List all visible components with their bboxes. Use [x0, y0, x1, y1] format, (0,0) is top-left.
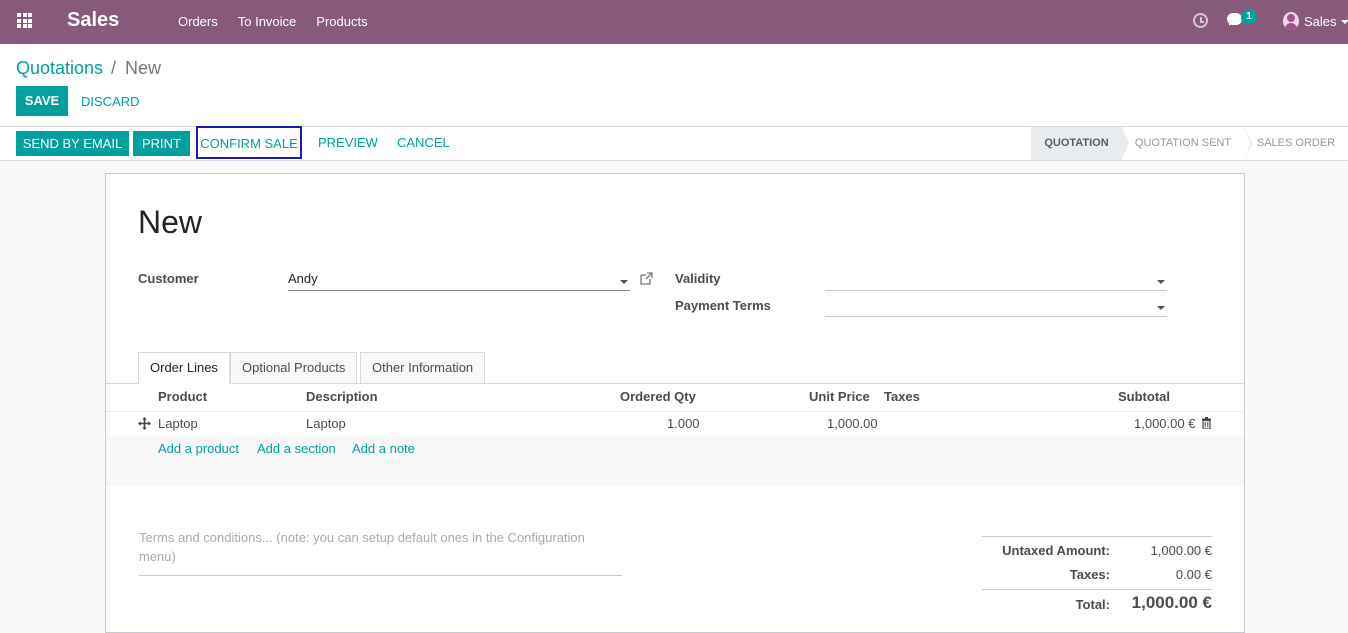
menu-item-products[interactable]: Products: [316, 14, 367, 29]
top-navbar: Sales Orders To Invoice Products 1 Sales: [0, 0, 1348, 44]
column-header-unit-price[interactable]: Unit Price: [809, 389, 870, 404]
breadcrumb-separator: /: [111, 58, 117, 78]
tab-order-lines[interactable]: Order Lines: [138, 352, 230, 385]
total-label: Total:: [1075, 597, 1110, 612]
validity-field[interactable]: [825, 271, 1167, 291]
column-header-subtotal[interactable]: Subtotal: [1118, 389, 1170, 404]
validity-label: Validity: [675, 271, 721, 286]
add-product-link[interactable]: Add a product: [158, 441, 239, 456]
stage-quotation-sent[interactable]: QUOTATION SENT: [1122, 127, 1252, 160]
tab-optional-products[interactable]: Optional Products: [230, 352, 358, 384]
messages-badge: 1: [1241, 10, 1257, 24]
apps-grid-icon[interactable]: [17, 13, 34, 28]
cell-unit-price[interactable]: 1,000.00: [827, 416, 878, 431]
preview-button[interactable]: PREVIEW: [318, 135, 378, 150]
taxes-label: Taxes:: [1069, 567, 1110, 582]
column-header-product[interactable]: Product: [158, 389, 207, 404]
untaxed-amount-label: Untaxed Amount:: [1002, 543, 1110, 558]
breadcrumb-quotations[interactable]: Quotations: [16, 58, 103, 79]
customer-label: Customer: [138, 271, 199, 286]
user-avatar[interactable]: [1283, 12, 1299, 30]
stage-sales-order[interactable]: SALES ORDER: [1244, 127, 1348, 160]
chevron-down-icon[interactable]: [620, 280, 628, 284]
column-header-description[interactable]: Description: [306, 389, 378, 404]
trash-icon[interactable]: [1202, 417, 1211, 429]
breadcrumb-current: New: [125, 58, 162, 78]
column-header-ordered-qty[interactable]: Ordered Qty: [620, 389, 696, 404]
confirm-sale-button[interactable]: CONFIRM SALE: [196, 126, 302, 159]
customer-value: Andy: [288, 271, 318, 286]
stage-quotation[interactable]: QUOTATION: [1031, 127, 1129, 160]
external-link-icon[interactable]: [640, 272, 653, 285]
cell-product[interactable]: Laptop: [158, 416, 198, 431]
totals-divider-top: [982, 536, 1212, 537]
terms-and-conditions-field[interactable]: Terms and conditions... (note: you can s…: [139, 528, 622, 576]
chevron-down-icon[interactable]: [1341, 20, 1348, 24]
chevron-down-icon[interactable]: [1157, 306, 1165, 310]
user-menu[interactable]: Sales: [1304, 14, 1337, 29]
form-sheet: New Customer Andy Validity Payment Terms…: [105, 173, 1245, 633]
app-name[interactable]: Sales: [67, 9, 119, 32]
print-button[interactable]: PRINT: [133, 131, 190, 156]
discard-button[interactable]: DISCARD: [81, 94, 140, 109]
menu-item-to-invoice[interactable]: To Invoice: [238, 14, 297, 29]
column-header-taxes[interactable]: Taxes: [884, 389, 920, 404]
stage-pipeline: QUOTATION QUOTATION SENT SALES ORDER: [1031, 127, 1348, 160]
save-button[interactable]: SAVE: [16, 86, 68, 116]
customer-field[interactable]: Andy: [288, 271, 630, 291]
messages-chat-icon[interactable]: [1227, 13, 1242, 26]
cell-ordered-qty[interactable]: 1.000: [667, 416, 700, 431]
payment-terms-field[interactable]: [825, 297, 1167, 317]
cancel-button[interactable]: CANCEL: [397, 135, 450, 150]
menu-item-orders[interactable]: Orders: [178, 14, 218, 29]
drag-handle-icon[interactable]: [138, 417, 151, 430]
status-bar: SEND BY EMAIL PRINT CONFIRM SALE PREVIEW…: [0, 126, 1348, 161]
send-by-email-button[interactable]: SEND BY EMAIL: [16, 131, 129, 156]
chevron-down-icon[interactable]: [1157, 280, 1165, 284]
control-panel: Quotations / New SAVE DISCARD: [0, 44, 1348, 127]
total-value: 1,000.00 €: [1131, 593, 1212, 612]
activities-clock-icon[interactable]: [1193, 13, 1208, 28]
add-note-link[interactable]: Add a note: [352, 441, 415, 456]
cell-description[interactable]: Laptop: [306, 416, 346, 431]
add-section-link[interactable]: Add a section: [257, 441, 336, 456]
tab-other-information[interactable]: Other Information: [360, 352, 486, 384]
taxes-value: 0.00 €: [1175, 567, 1212, 582]
untaxed-amount-value: 1,000.00 €: [1150, 543, 1212, 558]
cell-subtotal: 1,000.00 €: [1134, 416, 1196, 431]
totals-divider-bottom: [982, 589, 1212, 590]
record-title: New: [138, 204, 203, 240]
top-menu: Orders To Invoice Products: [178, 14, 368, 29]
payment-terms-label: Payment Terms: [675, 298, 771, 313]
